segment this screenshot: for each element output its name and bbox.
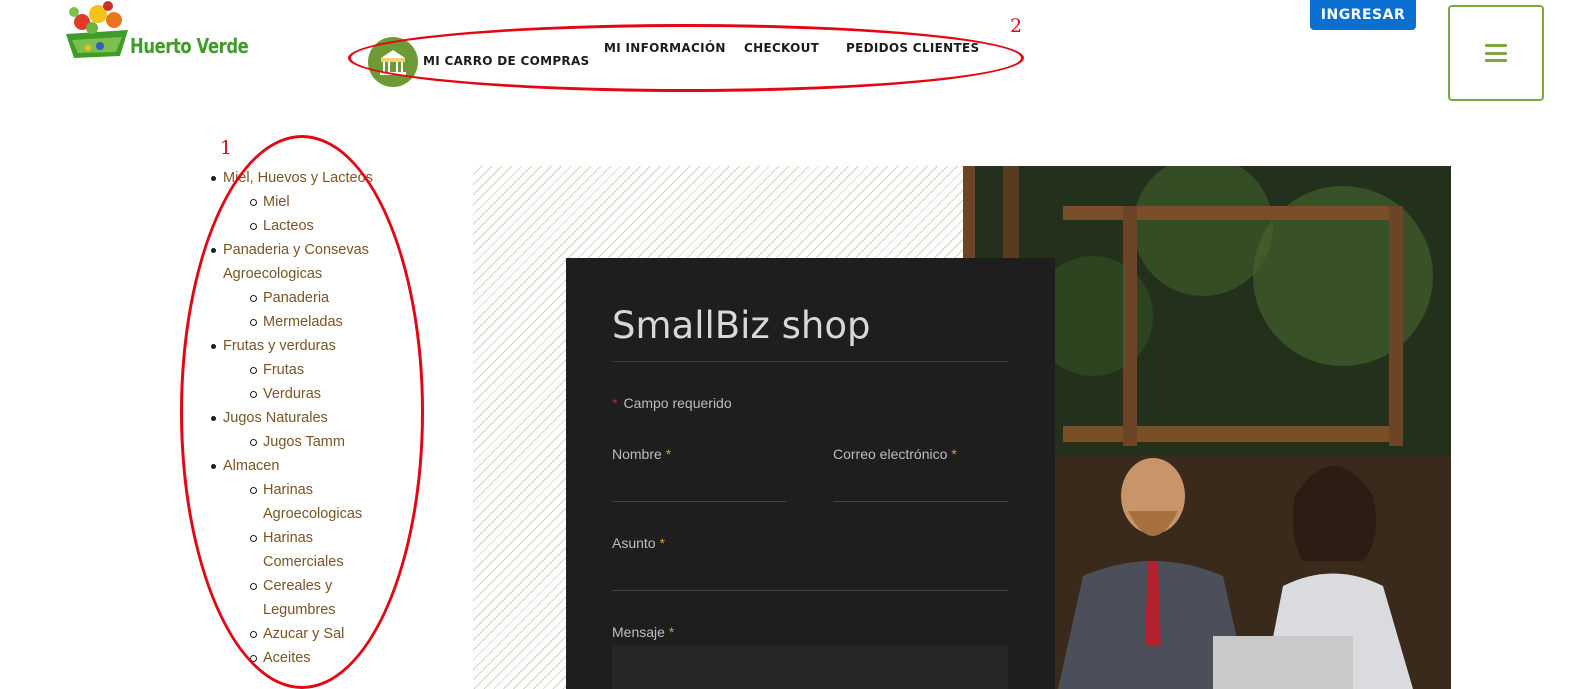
message-label-text: Mensaje bbox=[612, 624, 665, 640]
subcategory-list: Miel Lacteos bbox=[248, 190, 418, 238]
required-marker: * bbox=[665, 446, 672, 462]
nav-checkout[interactable]: CHECKOUT bbox=[744, 41, 819, 55]
contact-form: SmallBiz shop * Campo requerido Nombre * C… bbox=[566, 258, 1055, 689]
subcategory-item[interactable]: Jugos Tamm bbox=[248, 430, 418, 454]
subcategory-label[interactable]: Azucar y Sal bbox=[263, 626, 344, 642]
subcategory-list: Harinas Agroecologicas Harinas Comercial… bbox=[248, 478, 378, 670]
subcategory-item[interactable]: Mermeladas bbox=[248, 310, 418, 334]
subcategory-list: Jugos Tamm bbox=[248, 430, 418, 454]
category-item[interactable]: Almacen bbox=[208, 454, 418, 478]
brand-name: Huerto Verde bbox=[130, 34, 249, 58]
subcategory-item[interactable]: Verduras bbox=[248, 382, 418, 406]
subcategory-item[interactable]: Panaderia bbox=[248, 286, 418, 310]
subcategory-item[interactable]: Cereales y Legumbres bbox=[248, 574, 378, 622]
required-marker: * bbox=[668, 624, 675, 640]
category-item[interactable]: Panaderia y Consevas Agroecologicas bbox=[208, 238, 418, 286]
form-title: SmallBiz shop bbox=[612, 304, 871, 347]
subcategory-label[interactable]: Mermeladas bbox=[263, 314, 343, 330]
subcategory-item[interactable]: Frutas bbox=[248, 358, 418, 382]
vegetable-basket-icon bbox=[66, 1, 128, 58]
category-item[interactable]: Jugos Naturales bbox=[208, 406, 418, 430]
message-label: Mensaje * bbox=[612, 624, 674, 640]
email-label: Correo electrónico * bbox=[833, 446, 957, 462]
email-label-text: Correo electrónico bbox=[833, 446, 948, 462]
annotation-number-1: 1 bbox=[220, 137, 233, 159]
category-label[interactable]: Panaderia y Consevas Agroecologicas bbox=[223, 242, 369, 282]
subcategory-label[interactable]: Aceites bbox=[263, 650, 311, 666]
required-note-text: Campo requerido bbox=[623, 395, 732, 411]
subcategory-list: Panaderia Mermeladas bbox=[248, 286, 418, 334]
market-stall-icon bbox=[380, 50, 406, 75]
required-marker: * bbox=[612, 395, 618, 411]
category-label[interactable]: Jugos Naturales bbox=[223, 410, 328, 426]
subcategory-label[interactable]: Lacteos bbox=[263, 218, 314, 234]
subcategory-label[interactable]: Harinas Comerciales bbox=[263, 530, 344, 570]
nav-cart[interactable]: MI CARRO DE COMPRAS bbox=[423, 54, 590, 68]
required-marker: * bbox=[951, 446, 957, 462]
subcategory-item[interactable]: Miel bbox=[248, 190, 418, 214]
form-divider bbox=[612, 361, 1008, 362]
subcategory-label[interactable]: Verduras bbox=[263, 386, 321, 402]
subcategory-item[interactable]: Lacteos bbox=[248, 214, 418, 238]
annotation-number-2: 2 bbox=[1010, 15, 1023, 37]
category-label[interactable]: Almacen bbox=[223, 458, 279, 474]
category-label[interactable]: Miel, Huevos y Lacteos bbox=[223, 170, 373, 186]
subcategory-item[interactable]: Azucar y Sal bbox=[248, 622, 378, 646]
category-label[interactable]: Frutas y verduras bbox=[223, 338, 336, 354]
required-marker: * bbox=[659, 535, 666, 551]
subject-label: Asunto * bbox=[612, 535, 665, 551]
category-list: Miel, Huevos y Lacteos Miel Lacteos Pana… bbox=[208, 166, 418, 670]
subcategory-label[interactable]: Cereales y Legumbres bbox=[263, 578, 336, 618]
required-note: * Campo requerido bbox=[612, 395, 732, 411]
email-field[interactable] bbox=[833, 472, 1008, 502]
category-item[interactable]: Miel, Huevos y Lacteos bbox=[208, 166, 418, 190]
subcategory-item[interactable]: Harinas Comerciales bbox=[248, 526, 378, 574]
cart-icon-button[interactable] bbox=[368, 37, 418, 87]
nav-pedidos-clientes[interactable]: PEDIDOS CLIENTES bbox=[846, 41, 979, 55]
site-logo[interactable]: Huerto Verde bbox=[62, 0, 249, 62]
subcategory-list: Frutas Verduras bbox=[248, 358, 418, 406]
nav-mi-informacion[interactable]: MI INFORMACIÓN bbox=[604, 41, 726, 55]
subject-field[interactable] bbox=[612, 561, 1008, 591]
login-button[interactable]: INGRESAR bbox=[1310, 0, 1416, 30]
name-label: Nombre * bbox=[612, 446, 671, 462]
menu-button[interactable] bbox=[1448, 5, 1544, 101]
subcategory-label[interactable]: Jugos Tamm bbox=[263, 434, 345, 450]
subcategory-label[interactable]: Harinas Agroecologicas bbox=[263, 482, 362, 522]
subcategory-label[interactable]: Frutas bbox=[263, 362, 304, 378]
message-field[interactable] bbox=[612, 646, 1008, 689]
category-item[interactable]: Frutas y verduras bbox=[208, 334, 418, 358]
hamburger-icon bbox=[1485, 44, 1507, 62]
name-field[interactable] bbox=[612, 472, 787, 502]
subcategory-label[interactable]: Panaderia bbox=[263, 290, 329, 306]
subcategory-label[interactable]: Miel bbox=[263, 194, 290, 210]
subcategory-item[interactable]: Harinas Agroecologicas bbox=[248, 478, 378, 526]
name-label-text: Nombre bbox=[612, 446, 662, 462]
subcategory-item[interactable]: Aceites bbox=[248, 646, 378, 670]
subject-label-text: Asunto bbox=[612, 535, 656, 551]
